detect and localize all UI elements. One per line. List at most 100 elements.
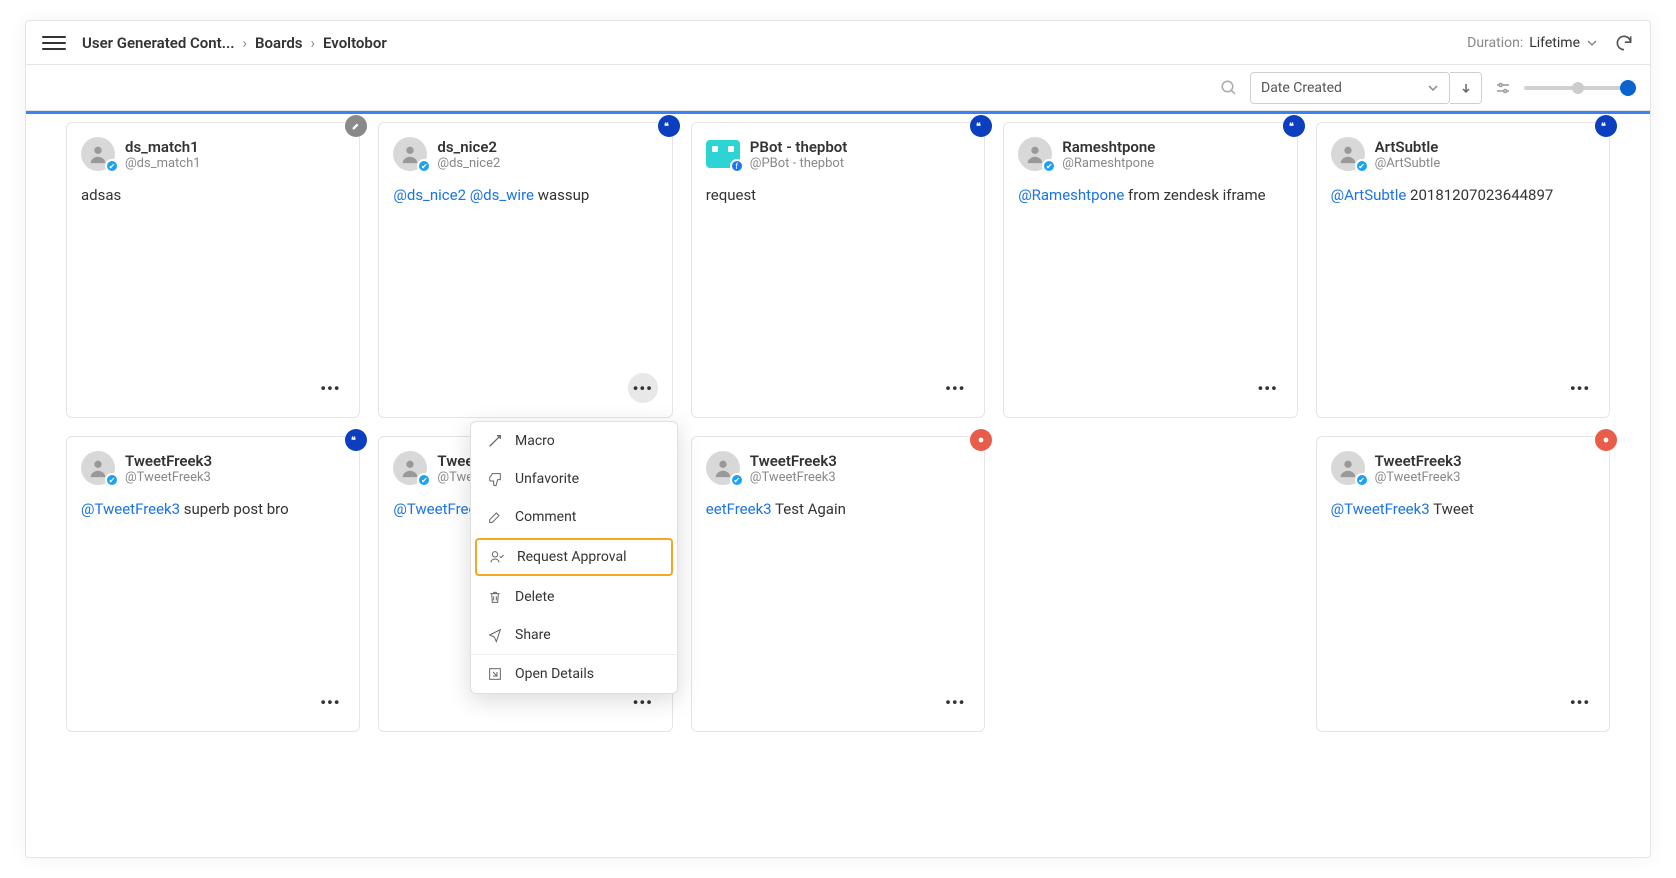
card-content: adsas xyxy=(81,185,345,206)
user-handle: @Rameshtpone xyxy=(1062,156,1155,171)
content-card[interactable]: ❝ ✔ TweetFreek3 @TweetFreek3@TweetFreek3 su… xyxy=(66,436,360,732)
hamburger-menu-icon[interactable] xyxy=(42,31,66,55)
avatar: ✔ xyxy=(81,451,115,485)
card-footer: ••• xyxy=(81,687,345,717)
breadcrumb-root[interactable]: User Generated Cont... xyxy=(82,34,235,52)
sort-field-dropdown[interactable]: Date Created xyxy=(1250,72,1450,104)
filter-sliders-icon[interactable] xyxy=(1494,79,1512,97)
duration-selector[interactable]: Duration: Lifetime xyxy=(1467,35,1598,51)
card-footer: ••• xyxy=(1018,373,1282,403)
content-card[interactable]: ✔ TweetFreek3@TweetFreek3 eetFreek3 Test A… xyxy=(691,436,985,732)
user-row: ✔TweetFreek3@TweetFreek3 xyxy=(1331,451,1595,485)
mention-link[interactable]: @Rameshtpone xyxy=(1018,186,1124,204)
user-handle: @TweetFreek3 xyxy=(1375,470,1462,485)
user-name: TweetFreek3 xyxy=(1375,452,1462,470)
avatar: ✔ xyxy=(1331,137,1365,171)
trash-icon xyxy=(487,589,503,605)
slider-knob-end[interactable] xyxy=(1620,80,1636,96)
more-options-button[interactable]: ••• xyxy=(1253,373,1283,403)
content-card[interactable]: ❝✔ArtSubtle@ArtSubtle@ArtSubtle 20181207… xyxy=(1316,122,1610,418)
quote-badge-icon: ❝ xyxy=(1283,115,1305,137)
wand-icon xyxy=(487,433,503,449)
sort-field-value: Date Created xyxy=(1261,80,1342,96)
user-name: Rameshtpone xyxy=(1062,138,1155,156)
zoom-slider[interactable] xyxy=(1524,86,1634,90)
menu-open-details[interactable]: Open Details xyxy=(471,655,677,693)
search-icon[interactable] xyxy=(1220,79,1238,97)
breadcrumb-boards[interactable]: Boards xyxy=(255,34,302,52)
chevron-down-icon xyxy=(1427,82,1439,94)
menu-macro[interactable]: Macro xyxy=(471,422,677,460)
svg-text:❝: ❝ xyxy=(664,121,669,131)
user-row: fPBot - thepbot@PBot - thepbot xyxy=(706,137,970,171)
user-handle: @ArtSubtle xyxy=(1375,156,1441,171)
content-card[interactable]: ❝ fPBot - thepbot@PBot - thepbot request ••… xyxy=(691,122,985,418)
svg-text:❝: ❝ xyxy=(1289,121,1294,131)
user-check-icon xyxy=(489,549,505,565)
menu-share[interactable]: Share xyxy=(471,616,677,654)
menu-request-approval[interactable]: Request Approval xyxy=(475,538,673,576)
more-options-button[interactable]: ••• xyxy=(1565,373,1595,403)
content-card[interactable]: ✔TweetFreek3@TweetFreek3@TweetFreek3 Twe… xyxy=(1316,436,1610,732)
filterbar: Date Created xyxy=(26,65,1650,111)
refresh-icon[interactable] xyxy=(1614,33,1634,53)
quote-badge-icon: ❝ xyxy=(970,115,992,137)
svg-text:❝: ❝ xyxy=(351,435,356,445)
more-options-button[interactable]: ••• xyxy=(940,373,970,403)
more-options-button[interactable]: ••• xyxy=(315,373,345,403)
svg-text:❝: ❝ xyxy=(976,121,981,131)
user-handle: @TweetFreek3 xyxy=(750,470,837,485)
avatar: ✔ xyxy=(1018,137,1052,171)
card-content: request xyxy=(706,185,970,206)
user-name: TweetFreek3 xyxy=(125,452,212,470)
mention-link[interactable]: eetFreek3 xyxy=(706,500,772,518)
quote-badge-icon: ❝ xyxy=(345,429,367,451)
user-handle: @PBot - thepbot xyxy=(750,156,848,171)
content-card[interactable]: ✔ds_match1@ds_match1adsas ••• xyxy=(66,122,360,418)
mention-link[interactable]: @ds_nice2 @ds_wire xyxy=(393,186,534,204)
user-name: TweetFreek3 xyxy=(750,452,837,470)
card-footer: ••• xyxy=(1331,687,1595,717)
card-footer: ••• xyxy=(706,687,970,717)
topbar: User Generated Cont... › Boards › Evolto… xyxy=(26,21,1650,65)
quote-badge-icon: ❝ xyxy=(658,115,680,137)
edit-icon xyxy=(487,509,503,525)
card-content: @ds_nice2 @ds_wire wassup xyxy=(393,185,657,206)
more-options-button[interactable]: ••• xyxy=(1565,687,1595,717)
duration-label: Duration: xyxy=(1467,35,1523,51)
alert-badge-icon xyxy=(970,429,992,451)
user-row: ✔ds_match1@ds_match1 xyxy=(81,137,345,171)
more-options-button[interactable]: ••• xyxy=(940,687,970,717)
card-footer: ••• xyxy=(81,373,345,403)
mention-link[interactable]: @TweetFreek3 xyxy=(1331,500,1430,518)
card-footer: ••• xyxy=(706,373,970,403)
menu-delete[interactable]: Delete xyxy=(471,578,677,616)
board-area: ✔ds_match1@ds_match1adsas ••• ❝ ✔ ds_nice2 @d… xyxy=(26,114,1650,857)
mention-link[interactable]: @ArtSubtle xyxy=(1331,186,1407,204)
user-handle: @ds_match1 xyxy=(125,156,201,171)
card-content: @ArtSubtle 20181207023644897 xyxy=(1331,185,1595,206)
arrow-down-icon xyxy=(1460,82,1472,94)
avatar: ✔ xyxy=(81,137,115,171)
content-card[interactable]: ❝✔ds_nice2@ds_nice2@ds_nice2 @ds_wire wa… xyxy=(378,122,672,418)
more-options-button[interactable]: ••• xyxy=(315,687,345,717)
card-context-menu: Macro Unfavorite Comment Request Approva… xyxy=(470,421,678,694)
thumbs-down-icon xyxy=(487,471,503,487)
card-content: @TweetFreek3 Tweet xyxy=(1331,499,1595,520)
card-content: eetFreek3 Test Again xyxy=(706,499,970,520)
svg-text:❝: ❝ xyxy=(1601,121,1606,131)
duration-value: Lifetime xyxy=(1529,35,1580,51)
user-name: PBot - thepbot xyxy=(750,138,848,156)
breadcrumb-current: Evoltobor xyxy=(323,34,387,52)
card-content: @TweetFreek3 superb post bro xyxy=(81,499,345,520)
sort-direction-button[interactable] xyxy=(1450,72,1482,104)
avatar: ✔ xyxy=(706,451,740,485)
menu-comment[interactable]: Comment xyxy=(471,498,677,536)
menu-unfavorite[interactable]: Unfavorite xyxy=(471,460,677,498)
slider-knob-mid[interactable] xyxy=(1572,82,1584,94)
mention-link[interactable]: @TweetFreek3 xyxy=(81,500,180,518)
chevron-down-icon xyxy=(1586,37,1598,49)
more-options-button[interactable]: ••• xyxy=(628,373,658,403)
user-name: ds_nice2 xyxy=(437,138,500,156)
content-card[interactable]: ❝✔Rameshtpone@Rameshtpone@Rameshtpone fr… xyxy=(1003,122,1297,418)
